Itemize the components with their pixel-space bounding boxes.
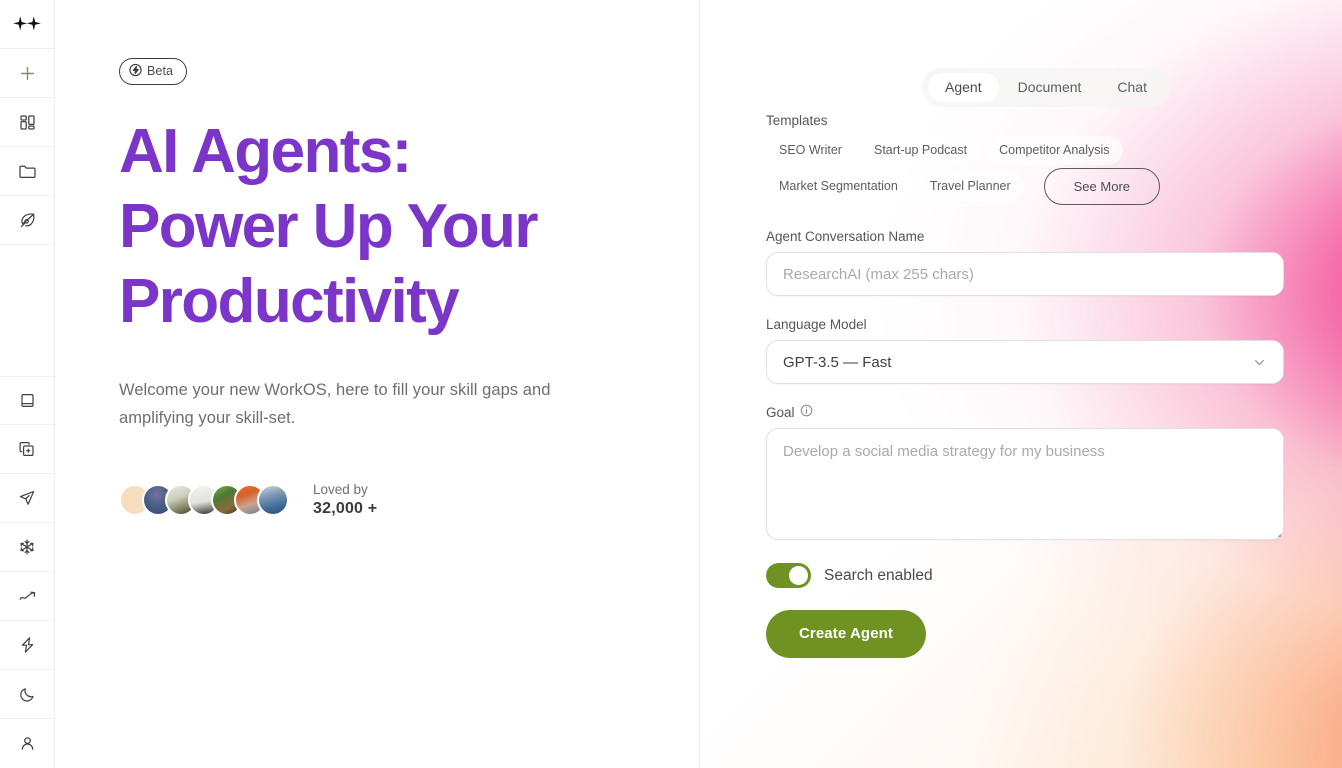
goal-textarea[interactable]: Develop a social media strategy for my b… (766, 428, 1284, 540)
conversation-name-label: Agent Conversation Name (766, 229, 925, 244)
goal-placeholder: Develop a social media strategy for my b… (783, 443, 1105, 460)
folder-icon (18, 163, 37, 180)
info-icon[interactable] (800, 404, 813, 421)
mode-tabs: Agent Document Chat (922, 68, 1170, 107)
goal-label-row: Goal (766, 404, 1286, 421)
status-badge-label: Beta (147, 63, 174, 78)
conversation-name-group: Agent Conversation Name ResearchAI (max … (766, 228, 1286, 296)
language-model-group: Language Model GPT-3.5 — Fast (766, 316, 1286, 384)
templates-section: Templates SEO Writer Start-up Podcast Co… (766, 112, 1286, 208)
resize-handle-icon[interactable] (1270, 526, 1281, 537)
sidebar (0, 0, 55, 768)
moon-icon (19, 686, 36, 703)
title-line-1: AI Agents: (119, 116, 412, 186)
social-proof-count: 32,000 + (313, 499, 378, 517)
template-chip-travel-planner[interactable]: Travel Planner (916, 172, 1024, 201)
social-proof-text: Loved by 32,000 + (313, 481, 377, 519)
trending-up-icon (18, 589, 37, 604)
sidebar-item-freeze[interactable] (0, 523, 54, 572)
create-agent-button[interactable]: Create Agent (766, 610, 926, 658)
sidebar-item-write[interactable] (0, 196, 54, 245)
hero-subtitle: Welcome your new WorkOS, here to fill yo… (119, 380, 551, 427)
hero-panel: Beta AI Agents: Power Up Your Productivi… (55, 0, 700, 768)
tab-agent[interactable]: Agent (928, 73, 999, 102)
search-enabled-toggle[interactable] (766, 563, 811, 588)
sidebar-item-duplicate[interactable] (0, 425, 54, 474)
agent-form: Templates SEO Writer Start-up Podcast Co… (766, 112, 1286, 658)
goal-label: Goal (766, 405, 795, 420)
avatar-group (119, 483, 289, 516)
template-chip-competitor-analysis[interactable]: Competitor Analysis (986, 136, 1123, 165)
title-line-2: Power Up Your (119, 191, 538, 261)
sidebar-item-send[interactable] (0, 474, 54, 523)
book-icon (19, 392, 36, 409)
language-model-value: GPT-3.5 — Fast (783, 353, 892, 371)
agent-creation-panel: Agent Document Chat Templates SEO Writer… (700, 0, 1342, 768)
copy-plus-icon (18, 440, 36, 458)
social-proof: Loved by 32,000 + (119, 481, 699, 519)
status-badge[interactable]: Beta (119, 58, 188, 85)
pen-nib-icon (18, 211, 37, 230)
app-root: Beta AI Agents: Power Up Your Productivi… (0, 0, 1342, 768)
template-chip-start-up-podcast[interactable]: Start-up Podcast (860, 136, 981, 165)
tab-chat[interactable]: Chat (1100, 73, 1164, 102)
title-line-3: Productivity (119, 266, 460, 336)
page-title: AI Agents: Power Up Your Productivity (119, 114, 699, 339)
sidebar-item-analytics[interactable] (0, 572, 54, 621)
sidebar-item-dark-mode[interactable] (0, 670, 54, 719)
sidebar-item-account[interactable] (0, 719, 54, 768)
plus-icon (19, 65, 36, 82)
templates-label: Templates (766, 113, 828, 128)
zap-icon (19, 636, 36, 654)
sidebar-item-new[interactable] (0, 49, 54, 98)
grid-dashboard-icon (19, 114, 36, 131)
user-icon (19, 735, 36, 752)
search-toggle-row: Search enabled (766, 563, 1286, 588)
language-model-select[interactable]: GPT-3.5 — Fast (766, 340, 1284, 384)
sidebar-item-sparkles-logo[interactable] (0, 0, 54, 49)
snowflake-icon (18, 538, 36, 556)
tab-document[interactable]: Document (1001, 73, 1099, 102)
search-toggle-label: Search enabled (824, 566, 933, 584)
template-chip-market-segmentation[interactable]: Market Segmentation (766, 172, 911, 201)
sparkles-logo-icon (12, 15, 42, 33)
toggle-knob (789, 566, 808, 585)
conversation-name-placeholder: ResearchAI (max 255 chars) (783, 265, 974, 283)
sidebar-item-files[interactable] (0, 147, 54, 196)
template-chip-list: SEO Writer Start-up Podcast Competitor A… (766, 136, 1236, 208)
lightning-bolt-icon (129, 63, 142, 80)
see-more-button[interactable]: See More (1043, 168, 1161, 205)
chevron-down-icon (1252, 355, 1267, 370)
language-model-label: Language Model (766, 317, 867, 332)
conversation-name-input[interactable]: ResearchAI (max 255 chars) (766, 252, 1284, 296)
sidebar-item-automations[interactable] (0, 621, 54, 670)
template-chip-seo-writer[interactable]: SEO Writer (766, 136, 855, 165)
goal-group: Goal Develop a social media strategy for… (766, 404, 1286, 540)
sidebar-item-dashboard[interactable] (0, 98, 54, 147)
social-proof-caption: Loved by (313, 481, 368, 497)
send-icon (18, 489, 36, 507)
avatar (257, 483, 289, 516)
panel-content: Agent Document Chat Templates SEO Writer… (766, 0, 1326, 768)
sidebar-item-library[interactable] (0, 376, 54, 425)
